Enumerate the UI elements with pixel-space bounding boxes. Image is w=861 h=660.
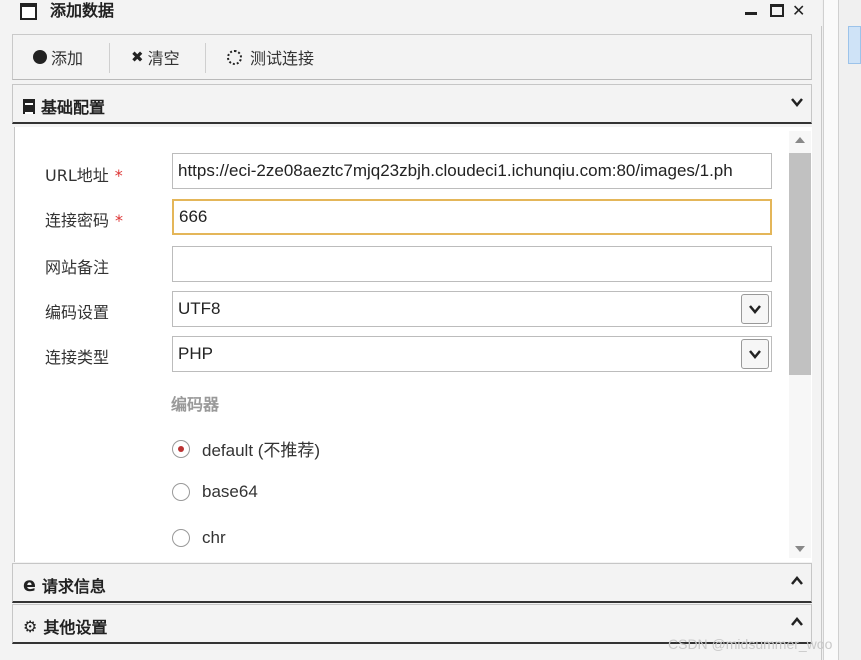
document-icon: [23, 98, 35, 114]
type-select[interactable]: PHP: [172, 336, 772, 372]
outer-scrollbar[interactable]: [823, 0, 839, 660]
required-mark: *: [115, 211, 124, 230]
encoder-group-label: 编码器: [171, 395, 220, 414]
radio-selected-icon[interactable]: [172, 439, 190, 458]
close-icon[interactable]: ✕: [792, 0, 805, 22]
section-title-text: 基础配置: [41, 98, 106, 117]
radio-icon[interactable]: [172, 483, 190, 501]
x-icon: ✖: [131, 48, 144, 66]
section-header-base-config[interactable]: 基础配置: [12, 84, 812, 124]
url-label-text: URL地址: [45, 166, 109, 185]
window-title: 添加数据: [50, 1, 115, 20]
encoder-option-label: default (不推荐): [202, 441, 321, 460]
chevron-down-icon[interactable]: [741, 339, 769, 369]
outer-scrollbar-thumb[interactable]: [848, 26, 861, 64]
section-header-request-info[interactable]: e 请求信息: [12, 563, 812, 603]
toolbar-divider: [109, 43, 110, 73]
password-label-text: 连接密码: [45, 211, 110, 230]
plus-circle-icon: +: [33, 48, 47, 66]
gears-icon: ⚙: [23, 616, 38, 636]
section-title: 基础配置: [23, 94, 105, 118]
section-title: ⚙ 其他设置: [23, 614, 107, 638]
encoder-option-chr[interactable]: chr: [172, 528, 226, 548]
url-label: URL地址 *: [45, 162, 123, 186]
title-bar: 添加数据 ✕: [0, 0, 822, 26]
chevron-up-icon: [791, 617, 803, 626]
password-label: 连接密码 *: [45, 207, 123, 231]
password-field[interactable]: 666: [172, 199, 772, 235]
window-icon: [20, 3, 37, 20]
clear-button-label: 清空: [147, 49, 180, 68]
encoder-option-label: chr: [202, 528, 226, 547]
type-select-value: PHP: [178, 344, 213, 363]
encoding-select-value: UTF8: [178, 299, 221, 318]
chevron-up-icon: [791, 576, 803, 585]
panel-scrollbar[interactable]: [789, 131, 811, 558]
encoding-select[interactable]: UTF8: [172, 291, 772, 327]
encoder-option-default[interactable]: default (不推荐): [172, 436, 320, 461]
section-title-text: 请求信息: [41, 577, 106, 596]
required-mark: *: [114, 166, 123, 185]
minimize-icon[interactable]: [745, 0, 757, 15]
base-config-panel: URL地址 * https://eci-2ze08aeztc7mjq23zbjh.…: [14, 127, 812, 562]
spinner-icon: [227, 49, 242, 65]
test-connection-label: 测试连接: [250, 49, 315, 68]
watermark: CSDN @midsummer_woo: [668, 636, 833, 652]
note-label: 网站备注: [45, 258, 110, 277]
add-button[interactable]: + 添加: [33, 43, 83, 71]
edge-browser-icon: e: [23, 574, 36, 596]
maximize-icon[interactable]: [770, 4, 784, 17]
toolbar-divider: [205, 43, 206, 73]
add-data-window: 添加数据 ✕ + 添加 ✖ 清空 测试连接 基础配置 URL地址 * https…: [0, 0, 822, 660]
section-title: e 请求信息: [23, 573, 106, 597]
section-title-text: 其他设置: [43, 618, 108, 637]
scroll-down-icon[interactable]: [795, 546, 805, 552]
chevron-down-icon[interactable]: [741, 294, 769, 324]
encoder-option-base64[interactable]: base64: [172, 482, 258, 502]
type-label: 连接类型: [45, 348, 110, 367]
clear-button[interactable]: ✖ 清空: [131, 43, 180, 71]
encoder-option-label: base64: [202, 482, 258, 501]
encoding-label: 编码设置: [45, 303, 110, 322]
add-button-label: 添加: [51, 49, 84, 68]
note-field[interactable]: [172, 246, 772, 282]
scroll-up-icon[interactable]: [795, 137, 805, 143]
test-connection-button[interactable]: 测试连接: [227, 43, 314, 71]
toolbar: + 添加 ✖ 清空 测试连接: [12, 34, 812, 80]
scrollbar-thumb[interactable]: [789, 153, 811, 375]
chevron-down-icon: [791, 98, 803, 107]
radio-icon[interactable]: [172, 529, 190, 547]
url-field[interactable]: https://eci-2ze08aeztc7mjq23zbjh.cloudec…: [172, 153, 772, 189]
